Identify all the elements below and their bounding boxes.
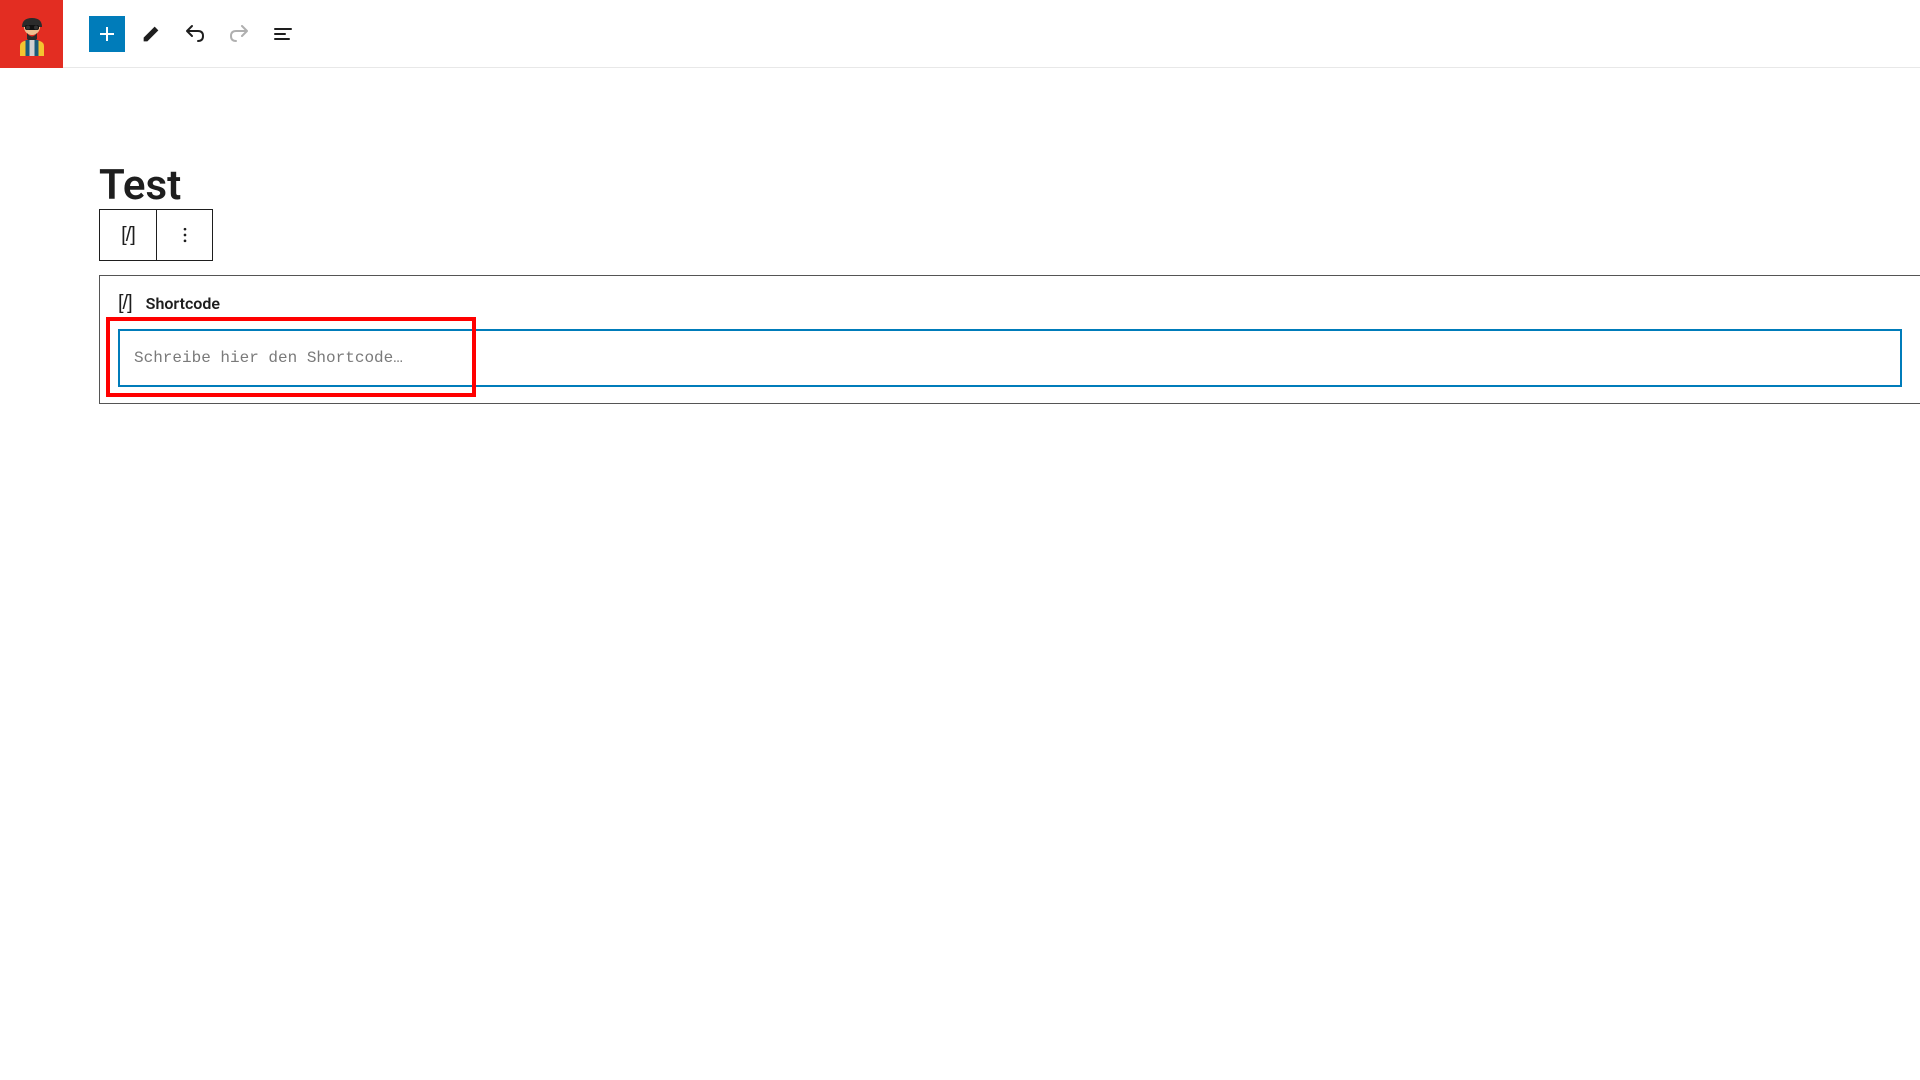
top-toolbar xyxy=(0,0,1920,68)
block-more-options-button[interactable] xyxy=(156,210,212,260)
block-header: [/] Shortcode xyxy=(118,292,1902,315)
document-outline-button[interactable] xyxy=(265,16,301,52)
block-type-label: Shortcode xyxy=(146,294,220,313)
pencil-icon xyxy=(140,23,162,45)
post-title[interactable]: Test xyxy=(99,163,1920,209)
shortcode-input-wrapper xyxy=(118,329,1902,387)
shortcode-block-icon: [/] xyxy=(118,292,132,315)
avatar-icon xyxy=(10,12,54,56)
site-logo[interactable] xyxy=(0,0,63,68)
undo-icon xyxy=(183,22,207,46)
redo-button xyxy=(221,16,257,52)
edit-mode-button[interactable] xyxy=(133,16,169,52)
outline-icon xyxy=(271,22,295,46)
shortcode-icon: [/] xyxy=(121,224,135,247)
toolbar-controls xyxy=(63,16,301,52)
more-vertical-icon xyxy=(175,225,195,245)
shortcode-block[interactable]: [/] Shortcode xyxy=(99,275,1920,404)
block-toolbar: [/] xyxy=(99,209,213,261)
undo-button[interactable] xyxy=(177,16,213,52)
add-block-button[interactable] xyxy=(89,16,125,52)
block-type-button[interactable]: [/] xyxy=(100,210,156,260)
redo-icon xyxy=(227,22,251,46)
plus-icon xyxy=(95,22,119,46)
shortcode-input[interactable] xyxy=(118,329,1902,387)
editor-area: Test [/] [/] Shortcode xyxy=(0,68,1920,404)
